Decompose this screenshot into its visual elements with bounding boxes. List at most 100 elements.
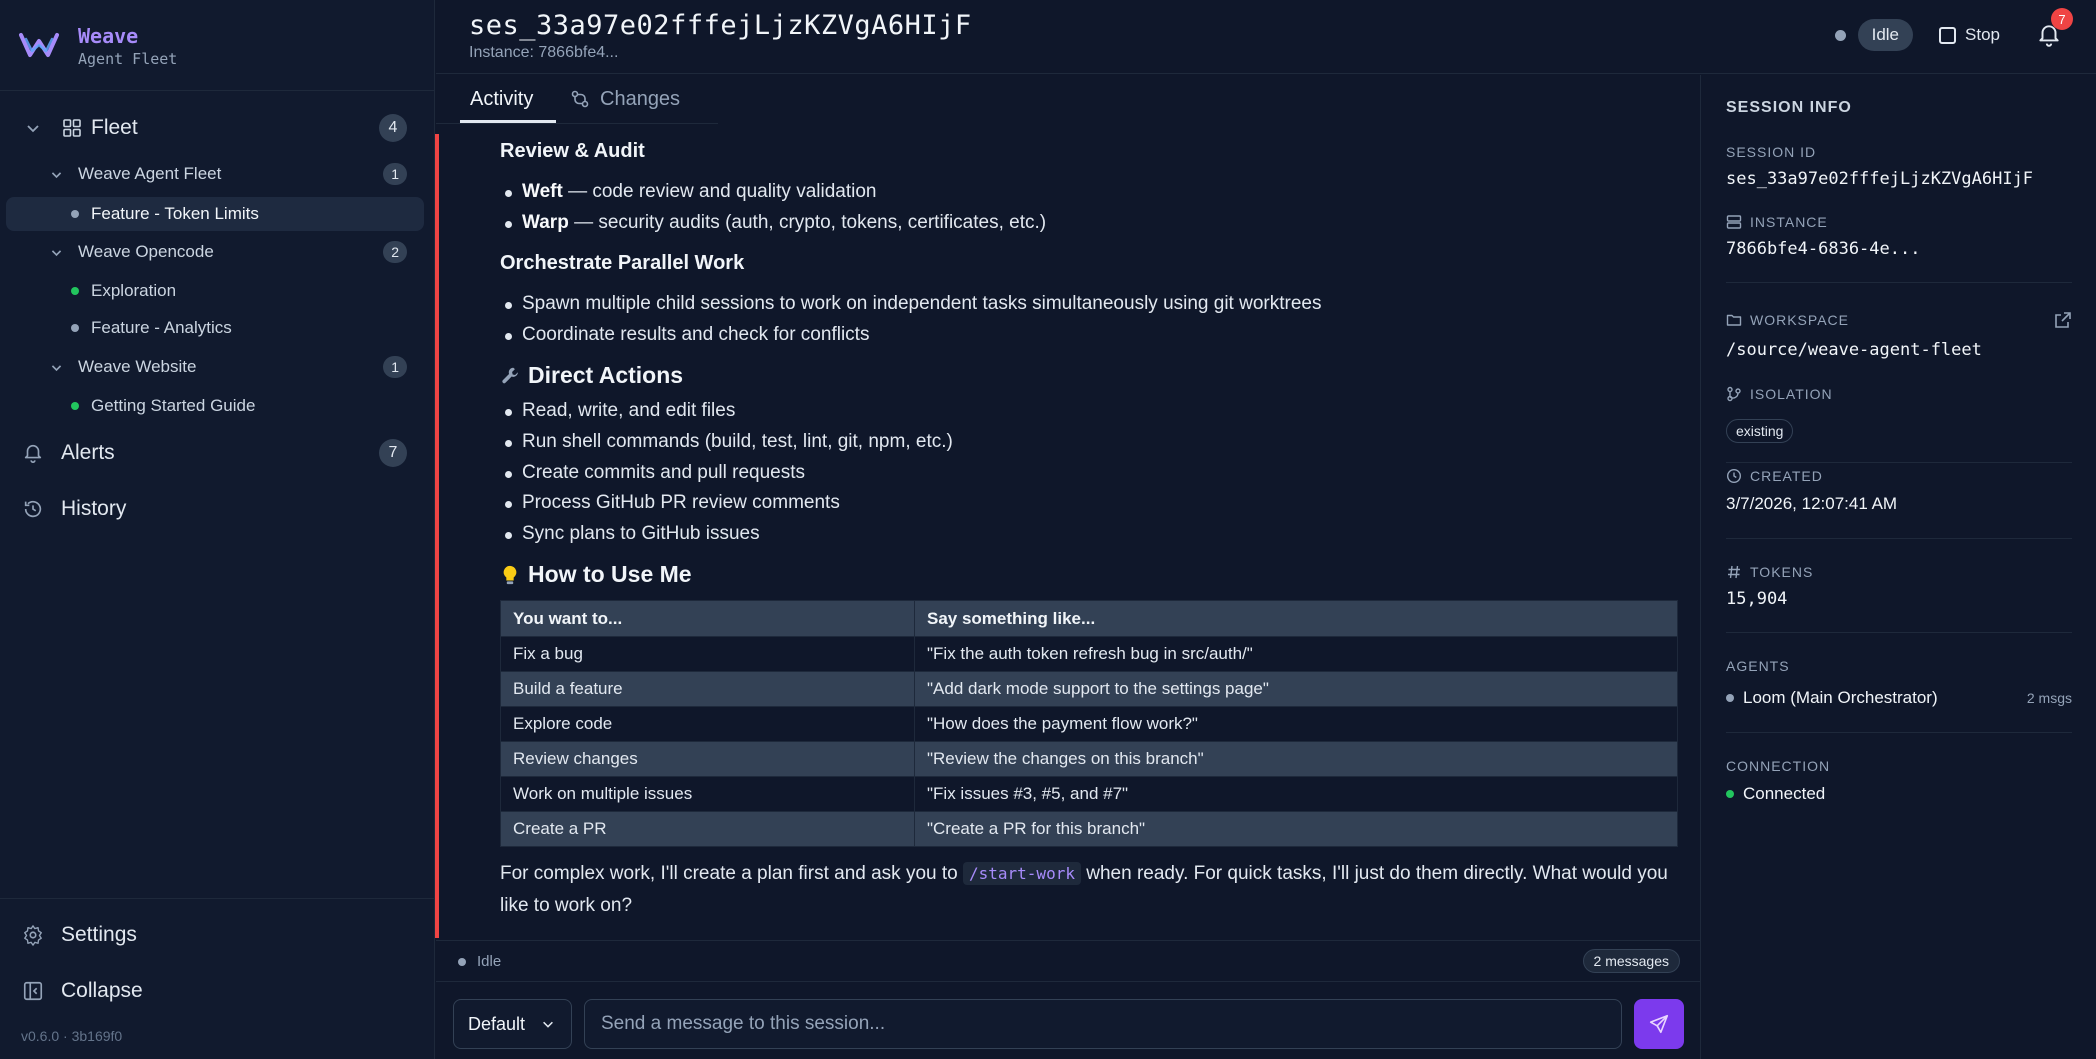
connection-label: CONNECTION: [1726, 758, 1831, 774]
sidebar-item-history[interactable]: History: [0, 489, 435, 529]
column-header: You want to...: [500, 600, 915, 637]
table-row: Build a feature "Add dark mode support to…: [500, 671, 1678, 707]
table-cell: "Fix the auth token refresh bug in src/a…: [914, 636, 1678, 672]
section-heading-howto: How to Use Me: [500, 561, 692, 588]
tokens-label: TOKENS: [1726, 564, 1813, 580]
weave-logo-icon: [19, 33, 59, 57]
group-count-badge: 2: [383, 241, 407, 263]
connection-dot: [1726, 790, 1734, 798]
sidebar-session-feature-token-limits[interactable]: Feature - Token Limits: [0, 196, 435, 232]
section-heading-parallel: Orchestrate Parallel Work: [500, 252, 745, 274]
brand-name: Weave: [78, 24, 139, 48]
sidebar-group-weave-opencode[interactable]: Weave Opencode 2: [0, 234, 435, 270]
session-label: Feature - Token Limits: [91, 204, 259, 223]
status-label: Idle: [477, 953, 502, 970]
sidebar-item-label: Settings: [61, 923, 137, 946]
message-composer: Default: [436, 981, 1700, 1059]
assistant-message-marker: [435, 134, 439, 938]
table-cell: "How does the payment flow work?": [914, 706, 1678, 742]
sidebar-item-label: Collapse: [61, 979, 143, 1002]
model-select-value: Default: [468, 1013, 526, 1034]
stop-button[interactable]: Stop: [1939, 25, 2000, 45]
instance-value: 7866bfe4-6836-4e...: [1726, 239, 1921, 259]
external-link-icon[interactable]: [2053, 310, 2073, 330]
list-item: Run shell commands (build, test, lint, g…: [505, 431, 953, 452]
session-info-panel: SESSION INFO SESSION ID ses_33a97e02fffe…: [1700, 75, 2096, 1059]
inline-code-start-work: /start-work: [963, 862, 1081, 885]
tab-activity[interactable]: Activity: [470, 76, 533, 122]
chevron-down-icon[interactable]: [25, 120, 41, 136]
tab-changes[interactable]: Changes: [570, 76, 680, 122]
divider: [1726, 282, 2072, 283]
brand-subtitle: Agent Fleet: [78, 50, 178, 68]
chevron-down-icon[interactable]: [50, 246, 63, 259]
table-cell: Review changes: [500, 741, 915, 777]
wrench-icon: [502, 367, 518, 383]
created-value: 3/7/2026, 12:07:41 AM: [1726, 494, 1898, 513]
tab-label: Activity: [470, 87, 534, 110]
status-dot: [71, 324, 79, 332]
table-cell: "Review the changes on this branch": [914, 741, 1678, 777]
sidebar-item-fleet[interactable]: Fleet 4: [0, 108, 435, 148]
app-version: v0.6.0 · 3b169f0: [21, 1028, 123, 1044]
table-cell: "Add dark mode support to the settings p…: [914, 671, 1678, 707]
table-cell: Fix a bug: [500, 636, 915, 672]
list-item: Weft — code review and quality validatio…: [505, 181, 877, 202]
sidebar-divider: [0, 898, 435, 899]
list-item: Coordinate results and check for conflic…: [504, 324, 870, 345]
status-dot: [71, 287, 79, 295]
sidebar-divider: [0, 90, 435, 91]
stop-label: Stop: [1965, 25, 2000, 44]
sidebar: Weave Agent Fleet Fleet 4 Weave Agent Fl…: [0, 0, 435, 1059]
sidebar-item-label: Fleet: [91, 116, 138, 139]
alerts-count-badge: 7: [379, 439, 407, 467]
chevron-down-icon[interactable]: [50, 361, 63, 374]
fleet-count-badge: 4: [379, 114, 407, 142]
status-dot: [1834, 29, 1846, 41]
chevron-down-icon[interactable]: [50, 168, 63, 181]
session-header: ses_33a97e02fffejLjzKZVgA6HIjF Instance:…: [436, 0, 2096, 74]
agents-label: AGENTS: [1726, 658, 1790, 674]
group-count-badge: 1: [383, 356, 407, 378]
send-icon: [1649, 1014, 1669, 1034]
instance-label: INSTANCE: [1726, 214, 1828, 230]
lightbulb-icon: [503, 565, 517, 584]
divider: [1726, 462, 2072, 463]
tab-label: Changes: [600, 87, 681, 110]
agent-row[interactable]: Loom (Main Orchestrator) 2 msgs: [1726, 688, 2072, 708]
panel-title: SESSION INFO: [1726, 99, 1852, 116]
table-cell: Create a PR: [500, 811, 915, 847]
connection-status: Connected: [1726, 784, 1825, 804]
send-button[interactable]: [1634, 999, 1684, 1049]
list-item: Process GitHub PR review comments: [505, 492, 840, 513]
session-id-label: SESSION ID: [1726, 144, 1817, 160]
notifications-button[interactable]: 7: [2036, 8, 2073, 48]
sidebar-session-exploration[interactable]: Exploration: [0, 273, 435, 309]
brand[interactable]: Weave Agent Fleet: [18, 18, 177, 74]
list-item: Create commits and pull requests: [504, 462, 806, 483]
agent-message-count: 2 msgs: [2026, 690, 2072, 706]
gear-icon: [24, 925, 42, 946]
sidebar-group-weave-website[interactable]: Weave Website 1: [0, 349, 435, 385]
sidebar-item-label: Alerts: [61, 441, 115, 464]
sidebar-item-alerts[interactable]: Alerts 7: [0, 433, 435, 473]
session-status-bar: Idle 2 messages: [436, 940, 1700, 980]
sidebar-collapse-button[interactable]: Collapse: [0, 971, 435, 1011]
sidebar-item-settings[interactable]: Settings: [0, 915, 435, 955]
sidebar-item-label: History: [61, 497, 127, 520]
status-dot: [71, 210, 79, 218]
table-cell: "Create a PR for this branch": [914, 811, 1678, 847]
message-input[interactable]: [584, 999, 1622, 1049]
hash-icon: [1728, 565, 1740, 579]
page-title: ses_33a97e02fffejLjzKZVgA6HIjF: [469, 10, 972, 41]
status-dot: [1726, 694, 1734, 702]
tokens-value: 15,904: [1726, 589, 1788, 609]
sidebar-session-getting-started-guide[interactable]: Getting Started Guide: [0, 388, 435, 424]
sidebar-group-weave-agent-fleet[interactable]: Weave Agent Fleet 1: [0, 156, 435, 192]
history-icon: [24, 500, 42, 518]
model-select[interactable]: Default: [453, 999, 572, 1049]
sidebar-session-feature-analytics[interactable]: Feature - Analytics: [0, 310, 435, 346]
table-row: Work on multiple issues "Fix issues #3, #…: [500, 776, 1678, 812]
status-dot: [71, 402, 79, 410]
session-id-value: ses_33a97e02fffejLjzKZVgA6HIjF: [1726, 169, 2034, 189]
